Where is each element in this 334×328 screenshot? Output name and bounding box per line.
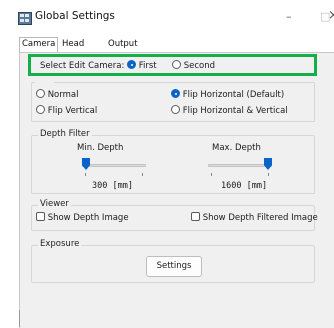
max-depth-track (208, 164, 272, 167)
show-depth-image-label: Show Depth Image (47, 213, 129, 223)
tab-output[interactable]: Output (106, 38, 140, 51)
max-depth-value: 1600 [mm] (221, 181, 268, 191)
min-depth-tick (85, 173, 86, 176)
show-depth-filtered-image-box (191, 212, 200, 221)
radio-second-label: Second (183, 61, 215, 71)
radio-flip-vertical[interactable]: Flip Vertical (36, 105, 97, 116)
radio-flip-horizontal-indicator (171, 89, 180, 98)
show-depth-filtered-image-checkbox[interactable]: Show Depth Filtered Image (191, 212, 318, 223)
radio-normal-label: Normal (47, 90, 79, 100)
flip-group (31, 82, 315, 122)
min-depth-slider[interactable] (82, 157, 146, 177)
depth-filter-legend: Depth Filter (38, 129, 92, 139)
show-depth-filtered-image-label: Show Depth Filtered Image (202, 213, 318, 223)
radio-flip-horizontal-vertical-indicator (171, 105, 180, 114)
radio-flip-horizontal-label: Flip Horizontal (Default) (182, 90, 285, 100)
select-camera-highlight: Select Edit Camera: First Second (28, 54, 317, 76)
flip-group-legend: Flip (35, 76, 55, 86)
max-depth-thumb[interactable] (264, 158, 272, 170)
close-icon[interactable]: × (328, 8, 334, 23)
viewer-legend: Viewer (38, 199, 71, 209)
radio-flip-horizontal-vertical-label: Flip Horizontal & Vertical (182, 106, 288, 116)
app-icon (18, 12, 32, 25)
settings-button[interactable]: Settings (146, 256, 202, 277)
select-camera-label: Select Edit Camera: (40, 61, 125, 71)
radio-first-label: First (138, 61, 157, 71)
radio-normal[interactable]: Normal (36, 89, 78, 100)
title-bar: Global Settings – □ × (0, 0, 334, 34)
tab-camera[interactable]: Camera (19, 37, 59, 52)
min-depth-value: 300 [mm] (92, 181, 133, 191)
depth-filter-group (31, 135, 315, 194)
radio-normal-indicator (36, 89, 45, 98)
radio-first[interactable]: First (127, 60, 157, 71)
radio-second[interactable]: Second (172, 60, 215, 71)
min-depth-thumb[interactable] (82, 158, 90, 170)
max-depth-label: Max. Depth (212, 143, 261, 153)
minimize-icon[interactable]: – (286, 10, 292, 23)
radio-flip-horizontal[interactable]: Flip Horizontal (Default) (171, 89, 284, 100)
global-settings-window: Global Settings – □ × Camera Head Est. O… (0, 0, 334, 328)
radio-first-indicator (127, 60, 136, 69)
window-title: Global Settings (35, 10, 115, 22)
exposure-legend: Exposure (38, 239, 82, 249)
tab-head-est[interactable]: Head Est. (60, 38, 86, 62)
show-depth-image-box (36, 212, 45, 221)
radio-flip-vertical-indicator (36, 105, 45, 114)
radio-second-indicator (172, 60, 181, 69)
max-depth-tick (211, 173, 212, 176)
panel-edge (19, 310, 20, 327)
radio-flip-horizontal-vertical[interactable]: Flip Horizontal & Vertical (171, 105, 288, 116)
min-depth-label: Min. Depth (77, 143, 124, 153)
max-depth-tick (268, 173, 269, 176)
min-depth-tick (142, 173, 143, 176)
radio-flip-vertical-label: Flip Vertical (47, 106, 98, 116)
max-depth-slider[interactable] (208, 157, 272, 177)
min-depth-track (82, 164, 146, 167)
show-depth-image-checkbox[interactable]: Show Depth Image (36, 212, 129, 223)
